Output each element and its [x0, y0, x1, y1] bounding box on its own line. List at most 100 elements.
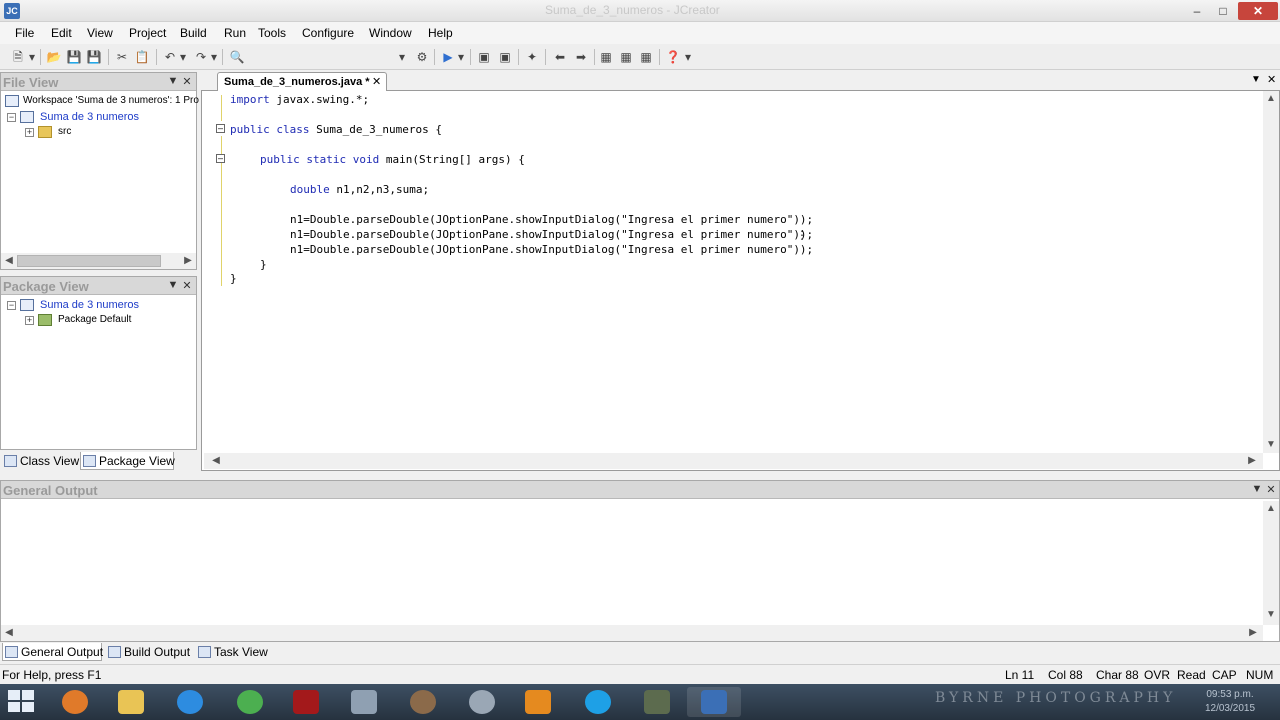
gimp-taskbar-icon[interactable] — [396, 687, 450, 717]
menu-file[interactable]: File — [15, 26, 34, 40]
scroll-right-icon[interactable]: ▶ — [1244, 453, 1260, 469]
menu-view[interactable]: View — [87, 26, 113, 40]
chrome-taskbar-icon[interactable] — [223, 687, 277, 717]
tree-src-folder[interactable]: + src — [25, 124, 195, 140]
window-icon[interactable]: ▦ — [598, 49, 614, 65]
close-editor-icon[interactable]: ✕ — [1267, 73, 1276, 86]
pin-icon[interactable]: ▼ — [167, 75, 179, 89]
tab-class-view[interactable]: Class View — [2, 452, 79, 470]
firefox-taskbar-icon[interactable] — [48, 687, 102, 717]
collapse-icon[interactable]: − — [7, 301, 16, 310]
tab-list-icon[interactable]: ▼ — [1251, 74, 1261, 85]
close-icon[interactable]: ✕ — [1265, 483, 1277, 497]
code-editor[interactable] — [204, 91, 1264, 453]
pen-tool-taskbar-icon[interactable] — [337, 687, 391, 717]
compile-icon[interactable]: ⚙ — [414, 49, 430, 65]
wand-icon[interactable]: ✦ — [524, 49, 540, 65]
build-project-icon[interactable]: ▣ — [497, 49, 513, 65]
open-folder-icon[interactable]: 📂 — [46, 49, 62, 65]
toolbar-separator — [434, 49, 435, 65]
tools-taskbar-icon[interactable] — [630, 687, 684, 717]
redo-icon[interactable]: ↷ — [193, 49, 209, 65]
back-arrow-icon[interactable]: ⬅ — [552, 49, 568, 65]
pin-icon[interactable]: ▼ — [1251, 483, 1263, 497]
tree-package-default[interactable]: + Package Default — [25, 312, 195, 328]
tree-package-project[interactable]: − Suma de 3 numeros — [7, 297, 195, 313]
tab-package-view[interactable]: Package View — [80, 452, 175, 470]
toolbar-separator — [659, 49, 660, 65]
file-view-hscroll[interactable]: ◀ ▶ — [1, 253, 196, 269]
menu-window[interactable]: Window — [369, 26, 412, 40]
window-icon[interactable]: ▦ — [618, 49, 634, 65]
new-file-icon[interactable]: 🗎 — [10, 49, 26, 65]
tree-workspace[interactable]: Workspace 'Suma de 3 numeros': 1 Pro — [5, 93, 199, 109]
menu-build[interactable]: Build — [180, 26, 207, 40]
find-icon[interactable]: 🔍 — [229, 49, 245, 65]
scroll-up-icon[interactable]: ▲ — [1263, 501, 1279, 517]
src-folder-label: src — [58, 126, 72, 137]
tab-task-view[interactable]: Task View — [196, 643, 272, 661]
undo-icon[interactable]: ↶ — [162, 49, 178, 65]
media-player-taskbar-icon[interactable] — [511, 687, 565, 717]
skype-taskbar-icon[interactable] — [571, 687, 625, 717]
tree-project[interactable]: − Suma de 3 numeros — [7, 109, 195, 125]
forward-arrow-icon[interactable]: ➡ — [573, 49, 589, 65]
scroll-left-icon[interactable]: ◀ — [208, 453, 224, 469]
scroll-down-icon[interactable]: ▼ — [1263, 437, 1279, 453]
editor-tab[interactable]: Suma_de_3_numeros.java * ✕ — [217, 72, 387, 91]
chevron-down-icon[interactable]: ▾ — [179, 49, 187, 65]
expand-icon[interactable]: + — [25, 128, 34, 137]
tab-build-output[interactable]: Build Output — [106, 643, 194, 661]
pin-icon[interactable]: ▼ — [167, 279, 179, 293]
text-cursor-icon: ⋮ — [796, 228, 808, 242]
maximize-button[interactable]: □ — [1212, 2, 1234, 20]
editor-hscroll[interactable]: ◀ ▶ — [204, 453, 1263, 469]
scroll-right-icon[interactable]: ▶ — [1245, 625, 1261, 641]
output-vscroll[interactable]: ▲ ▼ — [1263, 501, 1279, 625]
scroll-down-icon[interactable]: ▼ — [1263, 607, 1279, 623]
build-file-icon[interactable]: ▣ — [476, 49, 492, 65]
close-icon[interactable]: ✕ — [181, 279, 193, 293]
scroll-up-icon[interactable]: ▲ — [1263, 91, 1279, 107]
windows-start-icon[interactable] — [8, 690, 36, 714]
minimize-button[interactable]: – — [1186, 2, 1208, 20]
help-icon[interactable]: ❓ — [665, 49, 681, 65]
fold-collapse-icon[interactable]: – — [216, 154, 225, 163]
tab-general-output[interactable]: General Output — [2, 643, 103, 661]
media-taskbar-icon[interactable] — [455, 687, 509, 717]
internet-explorer-taskbar-icon[interactable] — [163, 687, 217, 717]
cut-icon[interactable]: ✂ — [114, 49, 130, 65]
close-tab-icon[interactable]: ✕ — [372, 73, 381, 91]
save-all-icon[interactable]: 💾 — [86, 49, 102, 65]
scroll-left-icon[interactable]: ◀ — [1, 625, 17, 641]
file-explorer-taskbar-icon[interactable] — [104, 687, 158, 717]
menu-project[interactable]: Project — [129, 26, 166, 40]
scroll-left-icon[interactable]: ◀ — [1, 253, 17, 269]
fold-collapse-icon[interactable]: – — [216, 124, 225, 133]
jcreator-taskbar-icon[interactable] — [687, 687, 741, 717]
collapse-icon[interactable]: − — [7, 113, 16, 122]
window-icon[interactable]: ▦ — [638, 49, 654, 65]
menu-tools[interactable]: Tools — [258, 26, 286, 40]
chevron-down-icon[interactable]: ▾ — [28, 49, 36, 65]
chevron-down-icon[interactable]: ▾ — [684, 49, 692, 65]
run-icon[interactable]: ▶ — [440, 49, 456, 65]
chevron-down-icon[interactable]: ▾ — [398, 49, 406, 65]
save-icon[interactable]: 💾 — [66, 49, 82, 65]
flash-taskbar-icon[interactable] — [279, 687, 333, 717]
menu-run[interactable]: Run — [224, 26, 246, 40]
scroll-right-icon[interactable]: ▶ — [180, 253, 196, 269]
output-hscroll[interactable]: ◀ ▶ — [1, 625, 1263, 641]
close-icon[interactable]: ✕ — [181, 75, 193, 89]
expand-icon[interactable]: + — [25, 316, 34, 325]
editor-vscroll[interactable]: ▲ ▼ — [1263, 91, 1279, 453]
menu-help[interactable]: Help — [428, 26, 453, 40]
system-clock[interactable]: 09:53 p.m. 12/03/2015 — [1195, 688, 1265, 716]
menu-edit[interactable]: Edit — [51, 26, 72, 40]
menu-configure[interactable]: Configure — [302, 26, 354, 40]
chevron-down-icon[interactable]: ▾ — [457, 49, 465, 65]
chevron-down-icon[interactable]: ▾ — [210, 49, 218, 65]
paste-icon[interactable]: 📋 — [134, 49, 150, 65]
scroll-thumb[interactable] — [17, 255, 161, 267]
close-button[interactable]: ✕ — [1238, 2, 1278, 20]
